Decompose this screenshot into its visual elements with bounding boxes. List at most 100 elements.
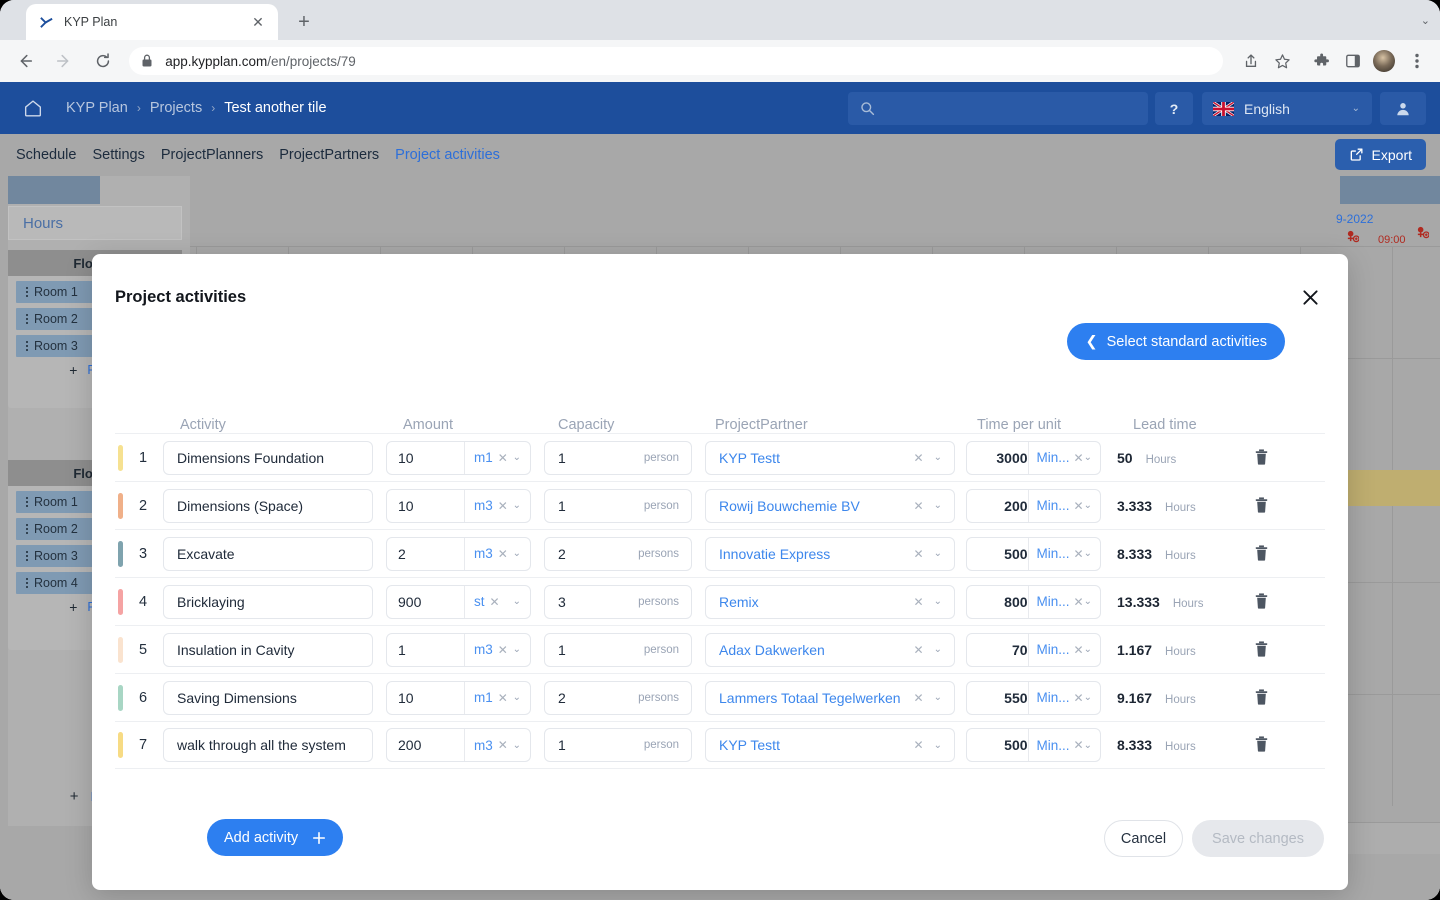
amount-unit-select[interactable]: m1✕⌄ <box>464 682 530 714</box>
help-button[interactable]: ? <box>1155 92 1193 125</box>
clear-icon[interactable]: ✕ <box>1074 738 1084 752</box>
clear-icon[interactable]: ✕ <box>498 451 508 465</box>
clear-icon[interactable]: ✕ <box>498 643 508 657</box>
delete-row-icon[interactable] <box>1253 496 1273 516</box>
amount-unit-select[interactable]: m1✕⌄ <box>464 442 530 474</box>
clear-icon[interactable]: ✕ <box>914 738 924 752</box>
chevron-down-icon[interactable]: ⌄ <box>934 644 942 655</box>
extensions-puzzle-icon[interactable] <box>1309 48 1334 74</box>
language-selector[interactable]: English ⌄ <box>1202 92 1372 125</box>
chevron-down-icon[interactable]: ⌄ <box>1084 596 1092 607</box>
browser-menu-icon[interactable] <box>1405 48 1430 74</box>
time-per-unit-field[interactable]: 500Min...✕⌄ <box>966 537 1101 571</box>
select-standard-activities-button[interactable]: ❮ Select standard activities <box>1067 323 1285 360</box>
time-per-unit-field[interactable]: 3000Min...✕⌄ <box>966 441 1101 475</box>
new-tab-button[interactable]: + <box>290 8 318 36</box>
delete-row-icon[interactable] <box>1253 735 1273 755</box>
chevron-down-icon[interactable]: ⌄ <box>1084 740 1092 751</box>
hours-row[interactable]: Hours <box>8 206 182 240</box>
time-unit-select[interactable]: Min...✕⌄ <box>1028 729 1100 761</box>
amount-field[interactable]: 10m3✕⌄ <box>386 489 531 523</box>
chevron-down-icon[interactable]: ⌄ <box>934 452 942 463</box>
drag-handle-icon[interactable] <box>20 524 34 534</box>
capacity-field[interactable]: 2persons <box>544 537 692 571</box>
clear-icon[interactable]: ✕ <box>490 595 500 609</box>
capacity-field[interactable]: 2persons <box>544 681 692 715</box>
time-unit-select[interactable]: Min...✕⌄ <box>1028 442 1100 474</box>
amount-unit-select[interactable]: m3✕⌄ <box>464 634 530 666</box>
drag-handle-icon[interactable] <box>20 578 34 588</box>
clear-icon[interactable]: ✕ <box>914 547 924 561</box>
projectpartner-select[interactable]: KYP Testt✕⌄ <box>705 441 955 475</box>
clear-icon[interactable]: ✕ <box>914 499 924 513</box>
address-bar[interactable]: app.kypplan.com/en/projects/79 <box>129 47 1223 75</box>
amount-unit-select[interactable]: st✕⌄ <box>464 586 530 618</box>
chevron-down-icon[interactable]: ⌄ <box>934 596 942 607</box>
drag-handle-icon[interactable] <box>20 287 34 297</box>
capacity-field[interactable]: 1person <box>544 728 692 762</box>
tab-close-icon[interactable]: ✕ <box>246 10 270 34</box>
clear-icon[interactable]: ✕ <box>1074 595 1084 609</box>
clear-icon[interactable]: ✕ <box>914 643 924 657</box>
chevron-down-icon[interactable]: ⌄ <box>513 548 521 559</box>
delete-row-icon[interactable] <box>1253 592 1273 612</box>
activity-name-input[interactable]: Bricklaying <box>163 585 373 619</box>
chevron-down-icon[interactable]: ⌄ <box>513 452 521 463</box>
chevron-down-icon[interactable]: ⌄ <box>1084 548 1092 559</box>
time-per-unit-field[interactable]: 200Min...✕⌄ <box>966 489 1101 523</box>
clear-icon[interactable]: ✕ <box>498 691 508 705</box>
chevron-down-icon[interactable]: ⌄ <box>934 692 942 703</box>
activity-name-input[interactable]: walk through all the system <box>163 728 373 762</box>
tab-projectpartners[interactable]: ProjectPartners <box>279 147 379 163</box>
chevron-down-icon[interactable]: ⌄ <box>934 500 942 511</box>
delete-row-icon[interactable] <box>1253 448 1273 468</box>
clear-icon[interactable]: ✕ <box>498 547 508 561</box>
clear-icon[interactable]: ✕ <box>914 595 924 609</box>
forward-icon[interactable] <box>49 46 78 76</box>
chevron-down-icon[interactable]: ⌄ <box>1084 452 1092 463</box>
chevron-down-icon[interactable]: ⌄ <box>1421 14 1430 27</box>
tab-projectplanners[interactable]: ProjectPlanners <box>161 147 263 163</box>
chevron-down-icon[interactable]: ⌄ <box>934 548 942 559</box>
clear-icon[interactable]: ✕ <box>914 451 924 465</box>
time-unit-select[interactable]: Min...✕⌄ <box>1028 634 1100 666</box>
drag-handle-icon[interactable] <box>20 314 34 324</box>
time-unit-select[interactable]: Min...✕⌄ <box>1028 538 1100 570</box>
bookmark-star-icon[interactable] <box>1270 48 1295 74</box>
activity-name-input[interactable]: Excavate <box>163 537 373 571</box>
activity-name-input[interactable]: Saving Dimensions <box>163 681 373 715</box>
amount-field[interactable]: 10m1✕⌄ <box>386 441 531 475</box>
projectpartner-select[interactable]: Innovatie Express✕⌄ <box>705 537 955 571</box>
time-unit-select[interactable]: Min...✕⌄ <box>1028 682 1100 714</box>
capacity-field[interactable]: 1person <box>544 633 692 667</box>
capacity-field[interactable]: 3persons <box>544 585 692 619</box>
export-button[interactable]: Export <box>1335 139 1426 170</box>
add-activity-button[interactable]: Add activity <box>207 819 343 856</box>
projectpartner-select[interactable]: Remix✕⌄ <box>705 585 955 619</box>
side-panel-icon[interactable] <box>1340 48 1365 74</box>
time-per-unit-field[interactable]: 800Min...✕⌄ <box>966 585 1101 619</box>
amount-field[interactable]: 2m3✕⌄ <box>386 537 531 571</box>
time-per-unit-field[interactable]: 70Min...✕⌄ <box>966 633 1101 667</box>
chevron-down-icon[interactable]: ⌄ <box>1084 644 1092 655</box>
time-unit-select[interactable]: Min...✕⌄ <box>1028 586 1100 618</box>
clear-icon[interactable]: ✕ <box>1074 499 1084 513</box>
clear-icon[interactable]: ✕ <box>914 691 924 705</box>
drag-handle-icon[interactable] <box>20 551 34 561</box>
clear-icon[interactable]: ✕ <box>1074 547 1084 561</box>
time-per-unit-field[interactable]: 500Min...✕⌄ <box>966 728 1101 762</box>
projectpartner-select[interactable]: KYP Testt✕⌄ <box>705 728 955 762</box>
breadcrumb-item-projects[interactable]: Projects <box>150 100 202 116</box>
share-icon[interactable] <box>1239 48 1264 74</box>
activity-name-input[interactable]: Insulation in Cavity <box>163 633 373 667</box>
tab-schedule[interactable]: Schedule <box>16 147 76 163</box>
drag-handle-icon[interactable] <box>20 341 34 351</box>
close-icon[interactable] <box>1299 286 1321 308</box>
projectpartner-select[interactable]: Adax Dakwerken✕⌄ <box>705 633 955 667</box>
delete-row-icon[interactable] <box>1253 544 1273 564</box>
projectpartner-select[interactable]: Rowij Bouwchemie BV✕⌄ <box>705 489 955 523</box>
breadcrumb-item-kyp-plan[interactable]: KYP Plan <box>66 100 128 116</box>
chevron-down-icon[interactable]: ⌄ <box>1084 692 1092 703</box>
chevron-down-icon[interactable]: ⌄ <box>513 692 521 703</box>
chevron-down-icon[interactable]: ⌄ <box>934 740 942 751</box>
